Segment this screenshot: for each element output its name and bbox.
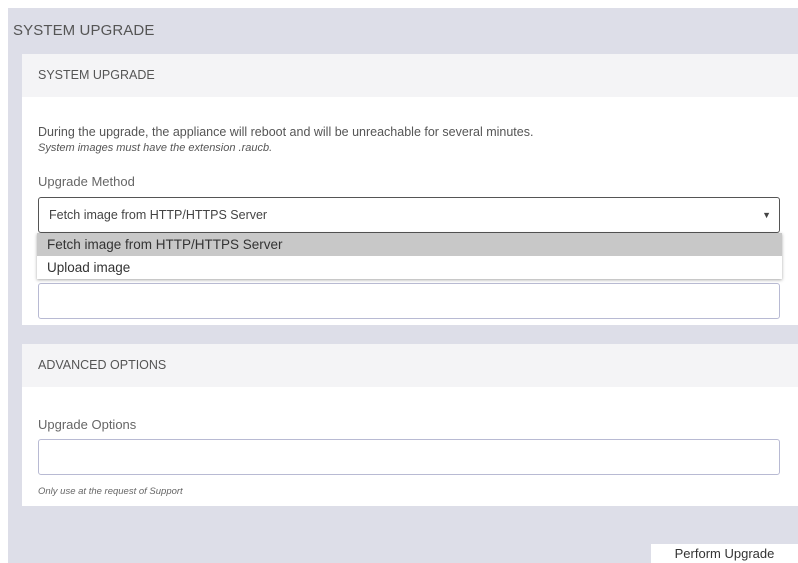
upgrade-options-hint: Only use at the request of Support	[38, 486, 183, 497]
system-upgrade-card: SYSTEM UPGRADE During the upgrade, the a…	[22, 54, 798, 325]
perform-upgrade-button[interactable]: Perform Upgrade	[651, 544, 798, 563]
page: SYSTEM UPGRADE SYSTEM UPGRADE During the…	[0, 0, 798, 563]
system-upgrade-card-header: SYSTEM UPGRADE	[22, 54, 798, 97]
caret-down-icon: ▼	[762, 210, 771, 220]
upgrade-options-input[interactable]	[38, 439, 780, 475]
upgrade-method-select[interactable]: Fetch image from HTTP/HTTPS Server ▼	[38, 197, 780, 233]
upgrade-method-dropdown-list: Fetch image from HTTP/HTTPS Server Uploa…	[37, 233, 782, 279]
upgrade-method-label: Upgrade Method	[38, 174, 135, 189]
upgrade-method-selected-value: Fetch image from HTTP/HTTPS Server	[49, 208, 268, 222]
upgrade-extension-note: System images must have the extension .r…	[38, 142, 273, 154]
image-url-input[interactable]	[38, 283, 780, 319]
advanced-options-card: ADVANCED OPTIONS Upgrade Options Only us…	[22, 344, 798, 506]
dropdown-option-fetch-http[interactable]: Fetch image from HTTP/HTTPS Server	[37, 233, 782, 256]
advanced-options-card-header: ADVANCED OPTIONS	[22, 344, 798, 387]
system-upgrade-panel: SYSTEM UPGRADE SYSTEM UPGRADE During the…	[8, 8, 798, 563]
dropdown-option-upload-image[interactable]: Upload image	[37, 256, 782, 279]
upgrade-description: During the upgrade, the appliance will r…	[38, 125, 534, 139]
upgrade-options-label: Upgrade Options	[38, 417, 137, 432]
page-title: SYSTEM UPGRADE	[13, 22, 155, 39]
